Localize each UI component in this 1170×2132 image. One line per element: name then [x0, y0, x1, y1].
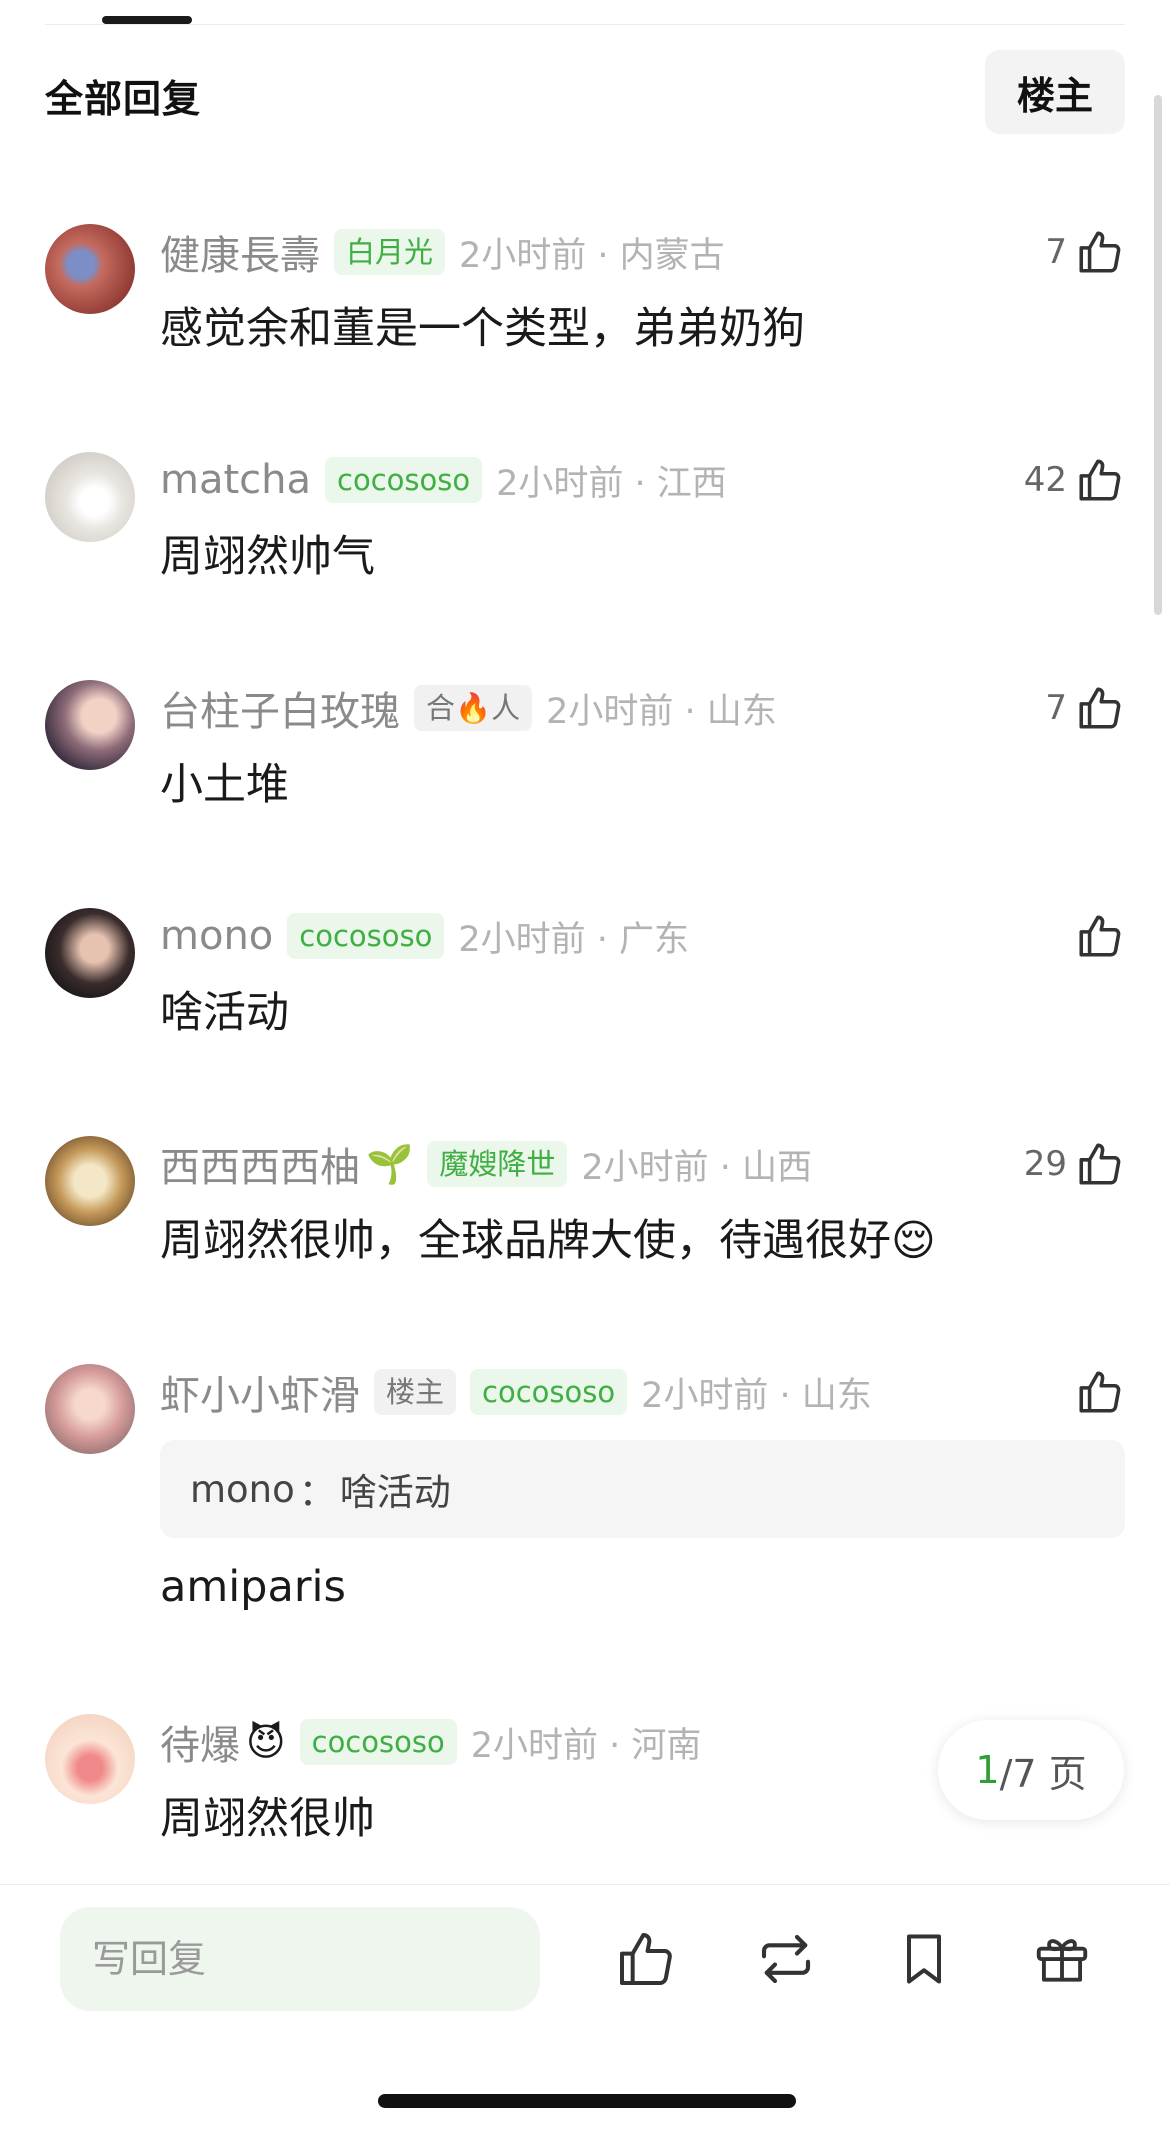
quoted-username: mono [190, 1467, 295, 1511]
comment-item: 西西西西柚 🌱 魔嫂降世 2小时前 · 山西 29 周翊然很帅，全球品牌大使，待… [0, 1134, 1170, 1266]
user-tag: cocososo [299, 1718, 457, 1766]
like-count: 7 [1045, 232, 1067, 272]
comment-meta: mono cocososo 2小时前 · 广东 [160, 906, 689, 966]
comment-time-location: 2小时前 · 山西 [581, 1147, 812, 1188]
thumbs-up-icon [1079, 459, 1121, 501]
op-only-filter-button[interactable]: 楼主 [985, 50, 1125, 134]
comment-text: amiparis [160, 1562, 346, 1612]
current-page: 1 [975, 1748, 1000, 1792]
thumbs-up-icon [1079, 1143, 1121, 1185]
comment-item: mono cocososo 2小时前 · 广东 啥活动 [0, 906, 1170, 1038]
like-button[interactable]: 29 [1024, 1134, 1125, 1194]
like-button[interactable] [1067, 1362, 1125, 1422]
quoted-text: 啥活动 [339, 1471, 451, 1514]
top-divider [45, 24, 1125, 25]
comment-meta: 健康長壽 白月光 2小时前 · 内蒙古 [160, 222, 725, 282]
user-tag: 魔嫂降世 [427, 1140, 568, 1188]
thumbs-up-icon [620, 1933, 672, 1985]
avatar[interactable] [45, 908, 135, 998]
thumbs-up-icon [1079, 231, 1121, 273]
avatar[interactable] [45, 1714, 135, 1804]
comment-item: 健康長壽 白月光 2小时前 · 内蒙古 7 感觉余和董是一个类型，弟弟奶狗 [0, 222, 1170, 354]
comment-time-location: 2小时前 · 广东 [458, 919, 689, 960]
bookmark-icon [907, 1934, 941, 1984]
page-indicator[interactable]: 1 /7 页 [938, 1720, 1124, 1820]
all-replies-title: 全部回复 [45, 77, 202, 121]
like-count: 7 [1045, 688, 1067, 728]
seedling-icon: 🌱 [366, 1141, 414, 1186]
total-pages: /7 页 [999, 1751, 1087, 1796]
comment-text: 周翊然帅气 [160, 532, 375, 582]
like-button[interactable]: 42 [1024, 450, 1125, 510]
user-tag: 合🔥人 [414, 684, 533, 732]
user-tag: cocososo [287, 912, 445, 960]
home-indicator [378, 2094, 796, 2108]
like-count: 42 [1023, 460, 1067, 500]
like-count: 29 [1023, 1144, 1067, 1184]
gift-button[interactable] [1028, 1925, 1096, 1993]
quoted-reply[interactable]: mono ： 啥活动 [160, 1440, 1125, 1538]
comment-text: 感觉余和董是一个类型，弟弟奶狗 [160, 304, 805, 354]
thumbs-up-icon [1079, 915, 1121, 957]
comment-meta: matcha cocososo 2小时前 · 江西 [160, 450, 727, 510]
username[interactable]: 台柱子白玫瑰 [160, 679, 400, 737]
comment-time-location: 2小时前 · 山东 [641, 1375, 872, 1416]
active-tab-indicator [102, 16, 192, 24]
repost-icon [761, 1934, 811, 1984]
username[interactable]: 虾小小虾滑 [160, 1363, 360, 1421]
comment-time-location: 2小时前 · 内蒙古 [459, 235, 725, 276]
user-tag: 白月光 [334, 228, 446, 276]
avatar[interactable] [45, 1364, 135, 1454]
like-button[interactable]: 7 [1045, 678, 1125, 738]
bookmark-button[interactable] [890, 1925, 958, 1993]
comment-time-location: 2小时前 · 河南 [470, 1725, 702, 1766]
like-button[interactable]: 7 [1045, 222, 1125, 282]
op-badge: 楼主 [374, 1368, 457, 1416]
comment-text: 小土堆 [160, 760, 289, 810]
quote-separator: ： [298, 1471, 336, 1514]
username[interactable]: 健康長壽 [160, 223, 320, 281]
comment-item: 台柱子白玫瑰 合🔥人 2小时前 · 山东 7 小土堆 [0, 678, 1170, 810]
comment-item: matcha cocososo 2小时前 · 江西 42 周翊然帅气 [0, 450, 1170, 582]
user-tag: cocososo [470, 1368, 628, 1416]
thumbs-up-icon [1079, 1371, 1121, 1413]
username[interactable]: 西西西西柚 [160, 1135, 360, 1193]
gift-icon [1036, 1939, 1088, 1982]
comment-time-location: 2小时前 · 山东 [546, 691, 777, 732]
comment-meta: 台柱子白玫瑰 合🔥人 2小时前 · 山东 [160, 678, 777, 738]
comment-text: 啥活动 [160, 988, 289, 1038]
username[interactable]: matcha [160, 457, 311, 503]
comment-text: 周翊然很帅，全球品牌大使，待遇很好😌 [160, 1216, 936, 1266]
comment-meta: 虾小小虾滑 楼主 cocososo 2小时前 · 山东 [160, 1362, 872, 1422]
avatar[interactable] [45, 452, 135, 542]
username[interactable]: 待爆 [160, 1713, 240, 1771]
thumbs-up-icon [1079, 687, 1121, 729]
comment-item: 虾小小虾滑 楼主 cocososo 2小时前 · 山东 mono ： 啥活动 a… [0, 1362, 1170, 1622]
devil-face-icon: 😈 [246, 1720, 286, 1764]
repost-button[interactable] [752, 1925, 820, 1993]
avatar[interactable] [45, 1136, 135, 1226]
comment-time-location: 2小时前 · 江西 [496, 463, 727, 504]
user-tag: cocososo [325, 456, 483, 504]
comment-meta: 西西西西柚 🌱 魔嫂降世 2小时前 · 山西 [160, 1134, 812, 1194]
comment-meta: 待爆 😈 cocososo 2小时前 · 河南 [160, 1712, 701, 1772]
username[interactable]: mono [160, 913, 273, 959]
avatar[interactable] [45, 680, 135, 770]
reply-input[interactable] [60, 1907, 540, 2011]
like-button[interactable] [1067, 906, 1125, 966]
comment-text: 周翊然很帅 [160, 1794, 375, 1844]
like-post-button[interactable] [612, 1925, 680, 1993]
avatar[interactable] [45, 224, 135, 314]
